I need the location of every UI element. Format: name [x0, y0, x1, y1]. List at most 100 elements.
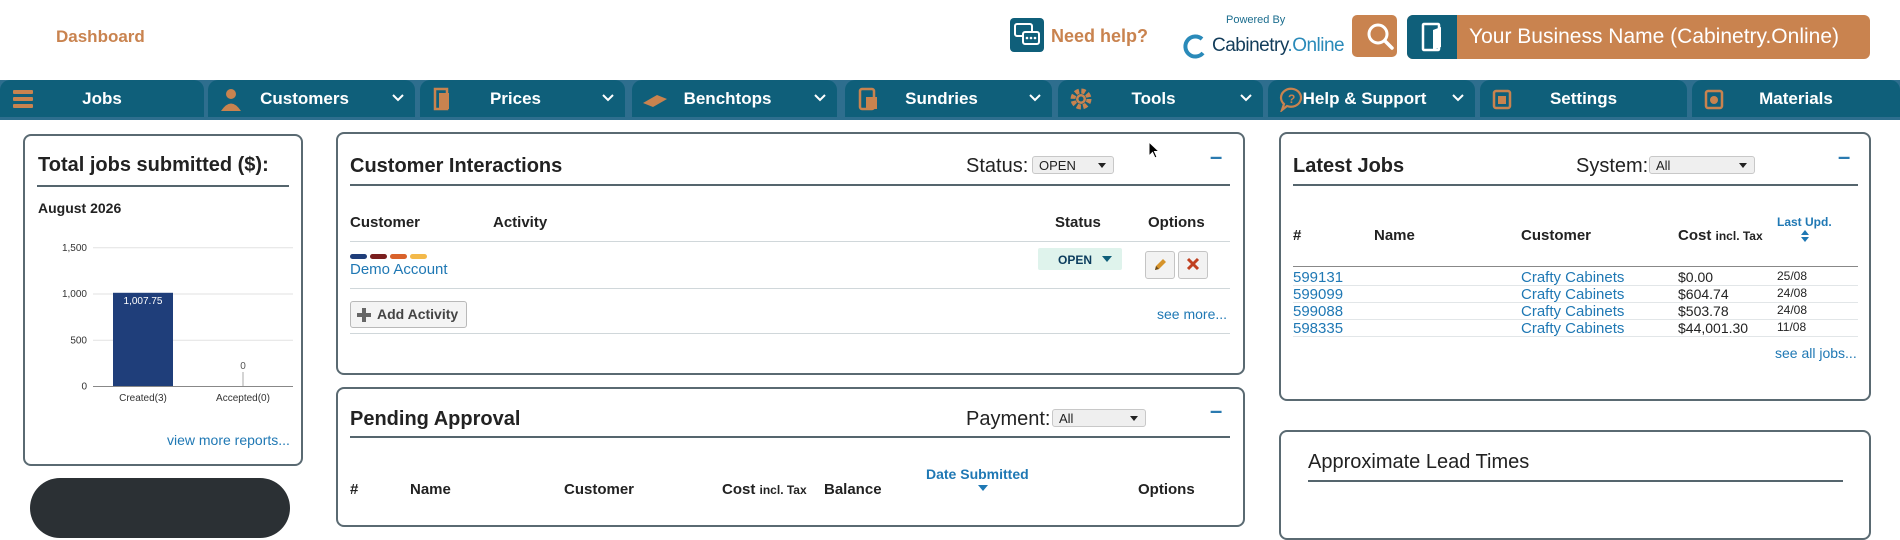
table-row[interactable]: 598335 Crafty Cabinets $44,001.30 11/08 — [1281, 320, 1861, 337]
job-id-link[interactable]: 599099 — [1293, 286, 1343, 303]
col-customer: Customer — [1521, 227, 1592, 244]
chat-help-icon[interactable] — [1010, 18, 1044, 52]
table-row[interactable]: 599088 Crafty Cabinets $503.78 24/08 — [1281, 303, 1861, 320]
chevron-down-icon[interactable] — [1028, 91, 1042, 105]
nav-tab-prices[interactable]: Prices — [420, 80, 625, 117]
system-filter-select[interactable]: All — [1649, 156, 1755, 174]
col-options: Options — [1148, 214, 1205, 231]
nav-tab-sundries[interactable]: Sundries — [845, 80, 1052, 117]
payment-filter-select[interactable]: All — [1052, 409, 1146, 427]
see-more-link[interactable]: see more... — [1157, 306, 1227, 322]
customer-tag — [370, 254, 387, 259]
divider — [350, 333, 1230, 334]
delete-button[interactable] — [1178, 251, 1208, 279]
job-id-link[interactable]: 599131 — [1293, 269, 1343, 286]
chevron-down-icon[interactable] — [391, 91, 405, 105]
dark-pill-widget[interactable] — [30, 478, 290, 538]
status-filter-select[interactable]: OPEN — [1032, 156, 1114, 174]
customer-link[interactable]: Crafty Cabinets — [1521, 320, 1624, 337]
payment-filter-label: Payment: — [966, 408, 1051, 430]
logo-main: Cabinetry — [1212, 35, 1288, 56]
y-tick-label: 1,500 — [62, 243, 87, 254]
view-more-reports-link[interactable]: view more reports... — [167, 432, 290, 448]
caret-down-icon — [1739, 163, 1747, 168]
divider — [1293, 184, 1858, 186]
plus-icon — [357, 308, 371, 322]
col-number: # — [350, 481, 359, 498]
search-icon — [1367, 23, 1394, 50]
dashboard-link[interactable]: Dashboard — [56, 27, 145, 47]
pencil-icon — [1155, 259, 1166, 270]
collapse-icon[interactable]: – — [1210, 144, 1222, 170]
y-tick-label: 1,000 — [62, 289, 87, 300]
system-filter-value: All — [1656, 158, 1671, 173]
powered-by-label: Powered By — [1226, 14, 1286, 26]
nav-tab-materials[interactable]: Materials — [1692, 80, 1900, 117]
total-jobs-title: Total jobs submitted ($): — [38, 154, 269, 176]
customer-link[interactable]: Crafty Cabinets — [1521, 303, 1624, 320]
table-row[interactable]: 599131 Crafty Cabinets $0.00 25/08 — [1281, 269, 1861, 286]
sort-icon[interactable] — [1800, 229, 1810, 243]
mouse-cursor-icon — [1148, 141, 1161, 159]
table-row[interactable]: 599099 Crafty Cabinets $604.74 24/08 — [1281, 286, 1861, 303]
col-balance: Balance — [824, 481, 882, 498]
job-date: 11/08 — [1777, 320, 1807, 334]
job-cost: $0.00 — [1678, 269, 1714, 285]
job-date: 24/08 — [1777, 286, 1808, 300]
col-activity: Activity — [493, 214, 548, 231]
col-cost-label: Cost — [1678, 227, 1712, 244]
col-cost: Cost incl. Tax — [1678, 227, 1763, 244]
nav-tab-help-support[interactable]: ? Help & Support — [1268, 80, 1475, 117]
col-status: Status — [1055, 214, 1101, 231]
customer-tag — [410, 254, 427, 259]
nav-tab-label: Help & Support — [1302, 89, 1427, 108]
chevron-down-icon[interactable] — [813, 91, 827, 105]
total-jobs-chart: 0 500 1,000 1,500 1,007.75 Created(3) 0 Accepte… — [62, 243, 293, 404]
customer-tags — [350, 254, 430, 260]
col-date-submitted[interactable]: Date Submitted — [926, 466, 1029, 482]
col-cost-suffix: incl. Tax — [759, 483, 807, 497]
status-value: OPEN — [1058, 253, 1093, 267]
add-activity-button[interactable]: Add Activity — [350, 301, 467, 328]
nav-tab-settings[interactable]: Settings — [1480, 80, 1687, 117]
latest-jobs-panel: Latest Jobs System: All – # Name Custome… — [1279, 132, 1871, 401]
caret-down-icon — [1098, 163, 1106, 168]
customer-link[interactable]: Crafty Cabinets — [1521, 269, 1624, 286]
nav-tab-benchtops[interactable]: Benchtops — [632, 80, 837, 117]
nav-tab-jobs[interactable]: Jobs — [0, 80, 204, 117]
status-dropdown[interactable]: OPEN — [1038, 248, 1122, 270]
job-cost: $604.74 — [1678, 286, 1729, 302]
divider — [1293, 266, 1858, 267]
nav-tab-label: Materials — [1759, 89, 1833, 108]
row-divider — [1293, 336, 1858, 337]
latest-jobs-title: Latest Jobs — [1293, 155, 1405, 177]
payment-filter-value: All — [1059, 411, 1074, 426]
divider — [350, 241, 1230, 242]
see-all-jobs-link[interactable]: see all jobs... — [1775, 345, 1857, 361]
bar-value-label: 0 — [240, 361, 246, 372]
sort-down-icon[interactable] — [978, 485, 988, 491]
job-id-link[interactable]: 598335 — [1293, 320, 1343, 337]
chevron-down-icon[interactable] — [601, 91, 615, 105]
customer-link[interactable]: Demo Account — [350, 261, 448, 278]
business-account-button[interactable]: Your Business Name (Cabinetry.Online) — [1407, 15, 1870, 59]
col-number: # — [1293, 227, 1302, 244]
need-help-link[interactable]: Need help? — [1051, 26, 1148, 47]
status-filter-value: OPEN — [1039, 158, 1076, 173]
business-icon — [1407, 15, 1457, 59]
customer-link[interactable]: Crafty Cabinets — [1521, 286, 1624, 303]
collapse-icon[interactable]: – — [1210, 398, 1222, 424]
chevron-down-icon[interactable] — [1239, 91, 1253, 105]
job-id-link[interactable]: 599088 — [1293, 303, 1343, 320]
col-customer: Customer — [350, 214, 421, 231]
col-last-updated[interactable]: Last Upd. — [1777, 215, 1832, 229]
status-filter-label: Status: — [966, 155, 1029, 177]
pending-title: Pending Approval — [350, 408, 521, 430]
chevron-down-icon[interactable] — [1451, 91, 1465, 105]
search-button[interactable] — [1352, 15, 1397, 57]
edit-button[interactable] — [1145, 251, 1175, 279]
nav-tab-customers[interactable]: Customers — [208, 80, 415, 117]
business-name: Your Business Name (Cabinetry.Online) — [1469, 25, 1840, 48]
nav-tab-tools[interactable]: Tools — [1058, 80, 1263, 117]
collapse-icon[interactable]: – — [1838, 144, 1850, 170]
